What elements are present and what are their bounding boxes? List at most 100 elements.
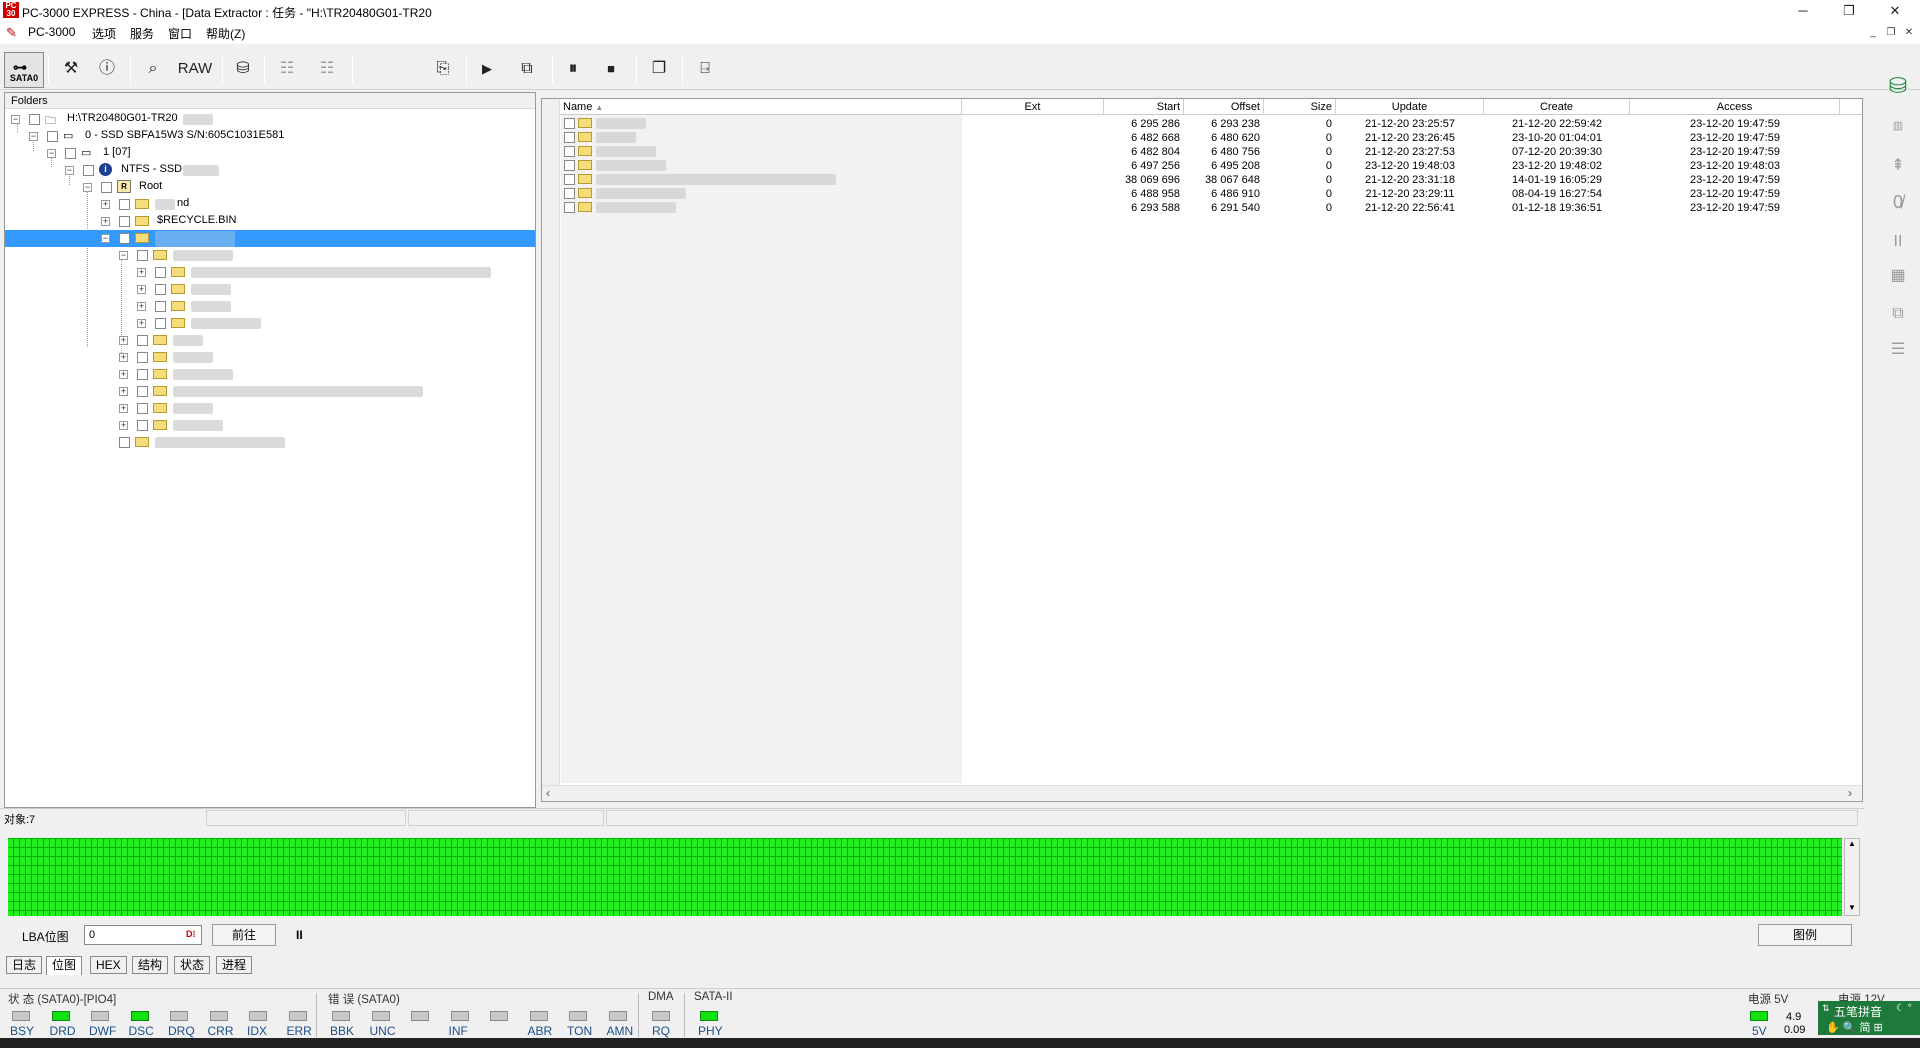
ime-icons[interactable]: ✋ 🔍 简 ⊞ [1826, 1019, 1883, 1035]
tree-checkbox[interactable] [137, 335, 148, 346]
tab-process[interactable]: 进程 [216, 956, 253, 974]
play-icon[interactable]: ▶ [470, 52, 504, 86]
scroll-down-icon[interactable]: ▼ [1848, 903, 1856, 912]
binoculars-icon[interactable]: ⌕ [136, 52, 170, 86]
reset-icon[interactable]: ▥ [1882, 110, 1914, 142]
tree-checkbox[interactable] [29, 114, 40, 125]
tree-node-subfolder[interactable]: + [5, 281, 535, 298]
pause-strip-icon[interactable]: II [1882, 226, 1914, 258]
column-ext[interactable]: Ext [962, 99, 1104, 115]
mdi-close-button[interactable]: ✕ [1902, 26, 1916, 40]
expand-icon[interactable]: + [137, 285, 146, 294]
tree-checkbox[interactable] [137, 352, 148, 363]
zero-icon[interactable]: 0̸ [1882, 186, 1914, 218]
tab-bitmap[interactable]: 位图 [46, 956, 83, 975]
lba-input[interactable] [84, 925, 202, 945]
ime-toolbar[interactable]: ⇅ 五笔拼音 ☾ ° ✋ 🔍 简 ⊞ [1818, 1001, 1920, 1035]
minimize-button[interactable]: ─ [1780, 0, 1826, 22]
pause-button[interactable]: II [296, 928, 303, 942]
power-database-icon[interactable]: ⛁ [1882, 70, 1914, 102]
tab-structure[interactable]: 结构 [132, 956, 169, 974]
tree-node-partition[interactable]: − ▭ 1 [07] [5, 145, 535, 162]
tree-node-subfolder[interactable]: − [5, 247, 535, 264]
settings-strip-icon[interactable]: ☰ [1882, 334, 1914, 366]
tree-node-filesystem[interactable]: − i NTFS - SSD [5, 162, 535, 179]
bitmap-scrollbar[interactable]: ▲ ▼ [1844, 838, 1860, 916]
tree-node-subfolder[interactable]: + [5, 298, 535, 315]
tree-checkbox[interactable] [101, 182, 112, 193]
collapse-icon[interactable]: − [83, 183, 92, 192]
tree-checkbox[interactable] [119, 216, 130, 227]
tree-node-subfolder[interactable]: + [5, 264, 535, 281]
tree-node-device[interactable]: − ▭ 0 - SSD SBFA15W3 S/N:605C1031E581 [5, 128, 535, 145]
tree-node-folder[interactable]: + [5, 400, 535, 417]
row-checkbox[interactable] [564, 146, 575, 157]
stop-icon[interactable]: ■ [594, 52, 628, 86]
scroll-up-icon[interactable]: ▲ [1848, 839, 1856, 848]
tree-checkbox[interactable] [137, 250, 148, 261]
lba-bitmap[interactable] [8, 838, 1842, 916]
row-checkbox[interactable] [564, 202, 575, 213]
ime-toggle-icon[interactable]: ⇅ [1822, 1003, 1830, 1014]
windows-icon[interactable]: ❐ [642, 52, 676, 86]
tree-node-folder[interactable]: + [5, 366, 535, 383]
tree-checkbox[interactable] [137, 403, 148, 414]
menu-help[interactable]: 帮助(Z) [206, 25, 245, 42]
tree-checkbox[interactable] [155, 284, 166, 295]
tree-checkbox[interactable] [155, 318, 166, 329]
tree-checkbox[interactable] [119, 199, 130, 210]
close-button[interactable]: ✕ [1872, 0, 1918, 22]
disk-export-icon[interactable]: ⛁ [226, 52, 260, 86]
tree-node-task[interactable]: − 🗀 H:\TR20480G01-TR20 [5, 111, 535, 128]
column-size[interactable]: Size [1264, 99, 1336, 115]
tree-checkbox[interactable] [119, 233, 130, 244]
copy-icon[interactable]: ⧉ [1882, 298, 1914, 330]
column-offset[interactable]: Offset [1184, 99, 1264, 115]
tree-checkbox[interactable] [119, 437, 130, 448]
expand-icon[interactable]: + [119, 336, 128, 345]
ime-mode-icon[interactable]: ☾ ° [1896, 1003, 1912, 1014]
row-checkbox[interactable] [564, 132, 575, 143]
network-icon[interactable]: ⧉ [510, 52, 544, 86]
collapse-icon[interactable]: − [101, 234, 110, 243]
tree-structure-icon[interactable]: ☷ [270, 52, 304, 86]
column-access[interactable]: Access [1630, 99, 1840, 115]
table-row[interactable]: 6 293 588 6 291 540 0 21-12-20 22:56:41 01-1… [560, 200, 1862, 217]
tab-hex[interactable]: HEX [90, 956, 127, 974]
tree-checkbox[interactable] [47, 131, 58, 142]
tree-node-subfolder[interactable]: + [5, 315, 535, 332]
expand-icon[interactable]: + [119, 404, 128, 413]
goto-button[interactable]: 前往 [212, 924, 276, 946]
sata-port-button[interactable]: ⊶ SATA0 [4, 52, 44, 88]
tree-node-recycle-bin[interactable]: + $RECYCLE.BIN [5, 213, 535, 230]
menu-options[interactable]: 选项 [92, 25, 116, 42]
expand-icon[interactable]: + [119, 421, 128, 430]
menu-window[interactable]: 窗口 [168, 25, 192, 42]
row-checkbox[interactable] [564, 174, 575, 185]
column-update[interactable]: Update [1336, 99, 1484, 115]
tree-node-folder[interactable]: + nd [5, 196, 535, 213]
expand-icon[interactable]: + [119, 353, 128, 362]
expand-icon[interactable]: + [137, 268, 146, 277]
export-icon[interactable]: ⎘ [426, 52, 460, 86]
exit-icon[interactable]: ⍈ [688, 52, 722, 86]
collapse-icon[interactable]: − [11, 115, 20, 124]
tree-node-folder[interactable]: + [5, 383, 535, 400]
expand-icon[interactable]: + [137, 319, 146, 328]
row-checkbox[interactable] [564, 118, 575, 129]
tree-checkbox[interactable] [83, 165, 94, 176]
tree-settings-icon[interactable]: ☷ [310, 52, 344, 86]
tree-node-root[interactable]: − R Root [5, 179, 535, 196]
pause-icon[interactable]: ⏸ [556, 52, 590, 86]
expand-icon[interactable]: + [137, 302, 146, 311]
scroll-left-icon[interactable]: ‹ [546, 786, 550, 800]
tree-checkbox[interactable] [137, 369, 148, 380]
expand-icon[interactable]: + [119, 370, 128, 379]
expand-icon[interactable]: + [101, 200, 110, 209]
menu-service[interactable]: 服务 [130, 25, 154, 42]
tree-checkbox[interactable] [155, 267, 166, 278]
tree-node-selected[interactable]: − [5, 230, 535, 247]
mdi-minimize-button[interactable]: _ [1866, 26, 1880, 40]
tree-checkbox[interactable] [137, 386, 148, 397]
menu-pc3000[interactable]: PC-3000 [28, 25, 75, 39]
